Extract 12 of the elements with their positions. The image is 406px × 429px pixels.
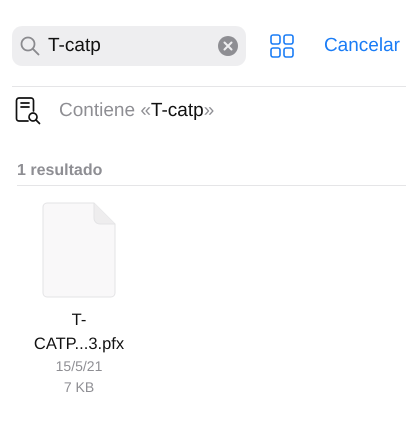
document-search-icon <box>15 97 41 125</box>
file-name: T-CATP...3.pfx <box>32 310 126 355</box>
search-input[interactable]: T-catp <box>48 35 210 57</box>
suggestion-item[interactable]: Contiene «T-catp» <box>59 100 214 122</box>
cancel-button[interactable]: Cancelar <box>324 35 400 57</box>
search-icon <box>20 36 40 56</box>
file-date: 15/5/21 <box>56 357 102 376</box>
clear-icon[interactable] <box>218 36 238 56</box>
search-field[interactable]: T-catp <box>12 26 246 66</box>
grid-view-icon[interactable] <box>270 34 294 58</box>
file-size: 7 KB <box>64 378 94 397</box>
results-count: 1 resultado <box>17 162 104 180</box>
